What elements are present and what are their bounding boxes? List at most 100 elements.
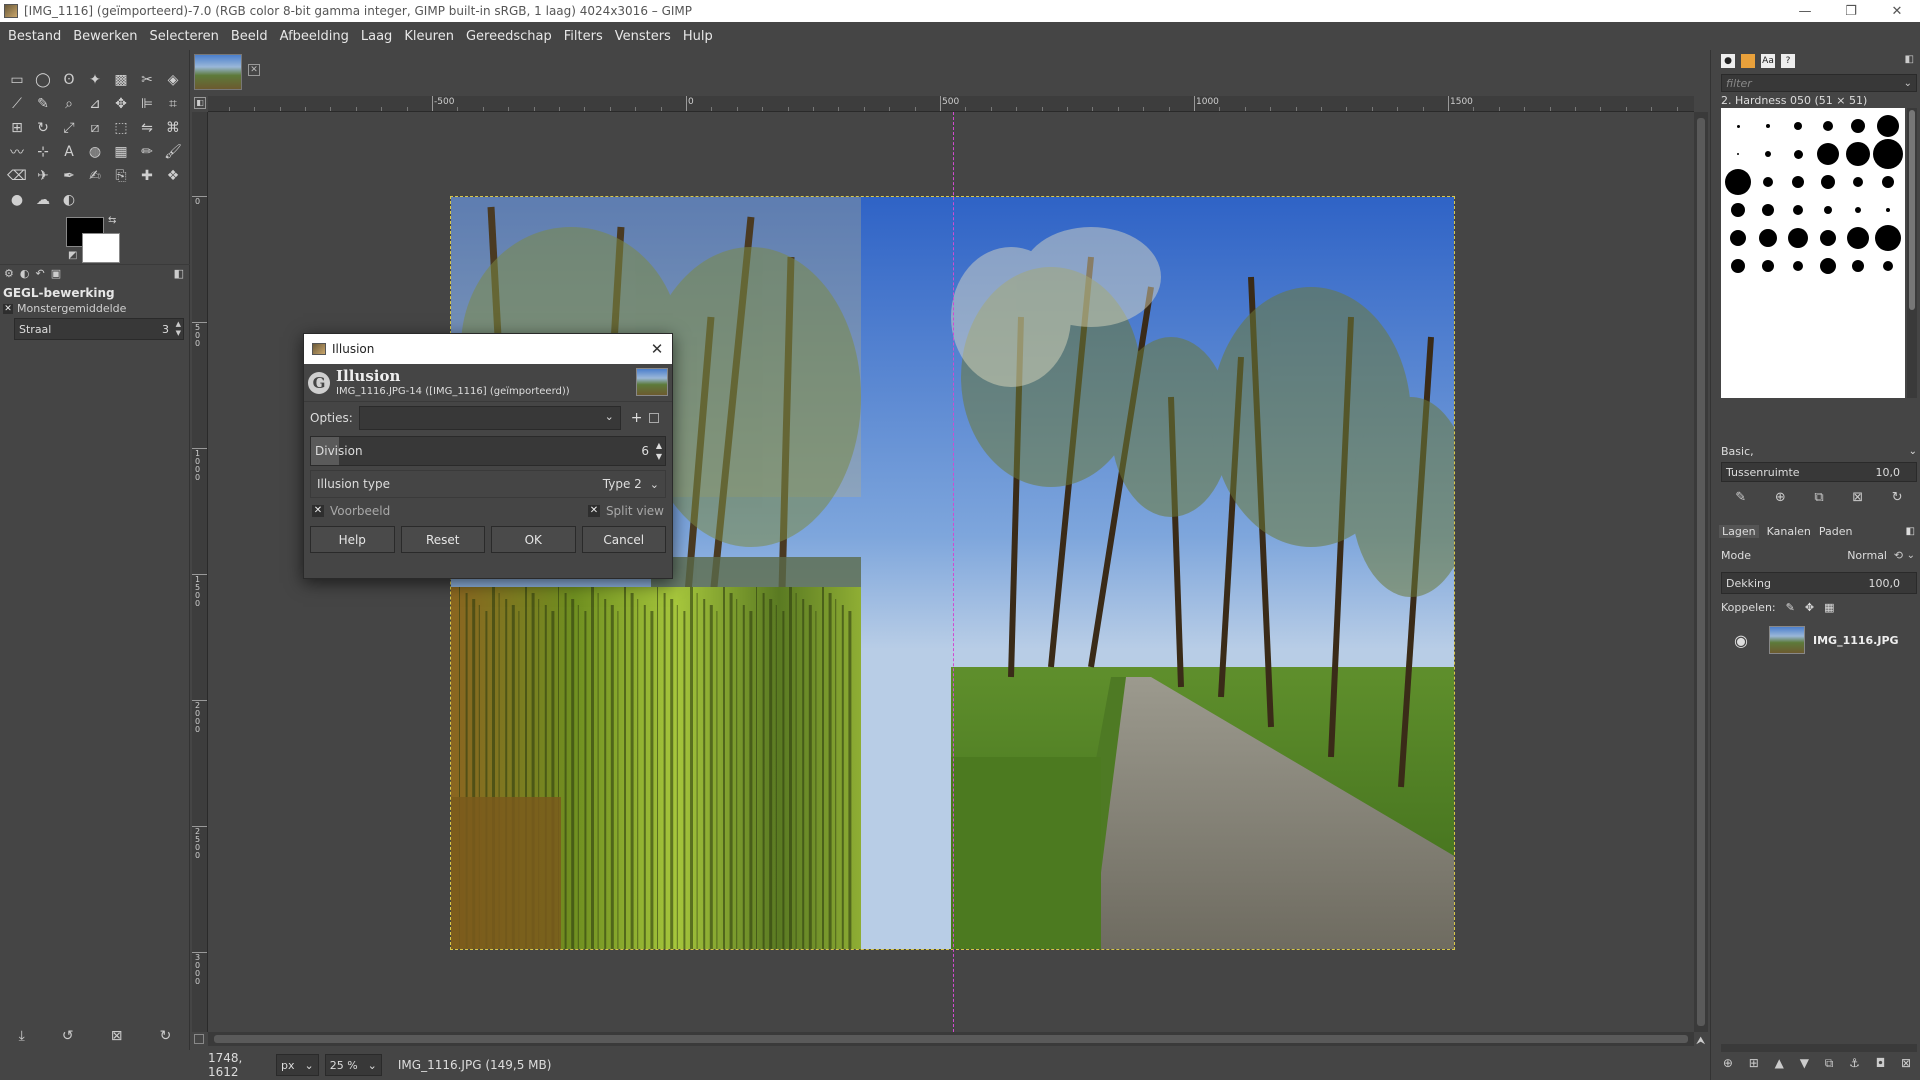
vertical-guide-line[interactable] — [953, 112, 954, 1032]
tab-lagen[interactable]: Lagen — [1719, 524, 1759, 538]
brush-item[interactable] — [1753, 224, 1783, 252]
brush-item[interactable] — [1783, 168, 1813, 196]
radius-value[interactable]: 3 — [162, 323, 169, 336]
fonts-tab-icon[interactable]: Aa — [1761, 54, 1775, 68]
bucket-fill-icon[interactable]: ◍ — [82, 140, 108, 164]
brush-item[interactable] — [1843, 168, 1873, 196]
menu-beeld[interactable]: Beeld — [225, 29, 274, 44]
warp-icon[interactable]: 〰 — [4, 140, 30, 164]
swap-colors-icon[interactable]: ⇆ — [108, 215, 116, 226]
measure-icon[interactable]: ⊿ — [82, 92, 108, 116]
unit-selector[interactable]: px ⌄ — [276, 1054, 319, 1076]
lock-position-icon[interactable]: ✥ — [1805, 601, 1814, 614]
tool-options-tab-icon[interactable]: ⚙ — [4, 267, 14, 280]
brush-item[interactable] — [1813, 168, 1843, 196]
quick-mask-corner-icon[interactable]: ◧ — [194, 97, 206, 109]
mask-layer-icon[interactable]: ◘ — [1876, 1056, 1886, 1076]
spacing-value[interactable]: 10,0 — [1876, 466, 1901, 479]
menu-vensters[interactable]: Vensters — [609, 29, 677, 44]
restore-button[interactable]: ❐ — [1828, 0, 1874, 22]
brush-item[interactable] — [1873, 252, 1903, 280]
mode-switch-icon[interactable]: ⟲ — [1894, 549, 1903, 562]
paintbrush-icon[interactable]: 🖌 — [160, 140, 186, 164]
align-icon[interactable]: ⊫ — [134, 92, 160, 116]
brush-item[interactable] — [1753, 196, 1783, 224]
vertical-ruler[interactable]: 0 500 1000 1500 2000 2500 3000 — [192, 112, 208, 1032]
refresh-brushes-icon[interactable]: ↻ — [1892, 490, 1903, 505]
horizontal-ruler[interactable]: -1000-5000500100015002000250030003500400… — [208, 96, 1694, 112]
flip-icon[interactable]: ⇋ — [134, 116, 160, 140]
brush-item[interactable] — [1783, 112, 1813, 140]
radius-spin-icon[interactable]: ▲ ▼ — [176, 320, 181, 338]
menu-gereedschap[interactable]: Gereedschap — [460, 29, 558, 44]
menu-kleuren[interactable]: Kleuren — [398, 29, 460, 44]
foreground-select-icon[interactable]: ◈ — [160, 68, 186, 92]
cage-icon[interactable]: ⌘ — [160, 116, 186, 140]
brush-item[interactable] — [1873, 139, 1903, 169]
brush-item[interactable] — [1873, 168, 1903, 196]
brush-item[interactable] — [1813, 196, 1843, 224]
tab-paden[interactable]: Paden — [1819, 525, 1853, 538]
illusion-type-combo[interactable]: Illusion type Type 2 ⌄ — [310, 470, 666, 498]
brush-item[interactable] — [1753, 112, 1783, 140]
perspective-icon[interactable]: ⬚ — [108, 116, 134, 140]
restore-options-icon[interactable]: ↺ — [62, 1028, 74, 1044]
manage-presets-icon[interactable] — [648, 413, 659, 423]
tab-kanalen[interactable]: Kanalen — [1767, 525, 1811, 538]
patterns-tab-icon[interactable] — [1741, 54, 1755, 68]
smudge-icon[interactable]: ☁ — [30, 188, 56, 212]
lock-pixels-icon[interactable]: ✎ — [1786, 601, 1795, 614]
new-layer-icon[interactable]: ⊕ — [1723, 1056, 1733, 1076]
layer-opacity-field[interactable]: Dekking 100,0 — [1721, 572, 1917, 594]
preview-label[interactable]: Voorbeeld — [330, 504, 390, 518]
split-view-label[interactable]: Split view — [606, 504, 664, 518]
heal-icon[interactable]: ✚ — [134, 164, 160, 188]
blur-icon[interactable]: ● — [4, 188, 30, 212]
brush-item[interactable] — [1843, 252, 1873, 280]
scale-icon[interactable]: ⤢ — [56, 116, 82, 140]
menu-bestand[interactable]: Bestand — [2, 29, 67, 44]
brush-item[interactable] — [1723, 112, 1753, 140]
brush-item[interactable] — [1873, 196, 1903, 224]
menu-laag[interactable]: Laag — [355, 29, 398, 44]
edit-brush-icon[interactable]: ✎ — [1735, 490, 1746, 505]
delete-options-icon[interactable]: ⊠ — [111, 1028, 123, 1044]
perspective-clone-icon[interactable]: ❖ — [160, 164, 186, 188]
save-options-icon[interactable]: ⤓ — [19, 1028, 25, 1044]
ok-button[interactable]: OK — [491, 526, 576, 553]
clone-icon[interactable]: ⎘ — [108, 164, 134, 188]
brush-item[interactable] — [1783, 224, 1813, 252]
reset-options-icon[interactable]: ↻ — [160, 1028, 172, 1044]
duplicate-layer-icon[interactable]: ⧉ — [1825, 1056, 1834, 1076]
layers-config-icon[interactable]: ◧ — [1906, 526, 1915, 537]
brush-item[interactable] — [1753, 252, 1783, 280]
minimize-button[interactable]: — — [1782, 0, 1828, 22]
mode-selector[interactable]: Normal — [1847, 549, 1887, 562]
menu-hulp[interactable]: Hulp — [677, 29, 719, 44]
raise-layer-icon[interactable]: ▲ — [1775, 1056, 1784, 1076]
layer-name[interactable]: IMG_1116.JPG — [1813, 634, 1899, 647]
airbrush-icon[interactable]: ✈ — [30, 164, 56, 188]
background-color-swatch[interactable] — [82, 233, 120, 263]
brush-item[interactable] — [1753, 140, 1783, 168]
unified-transform-icon[interactable]: ⊞ — [4, 116, 30, 140]
division-value[interactable]: 6 — [641, 444, 649, 458]
brush-item[interactable] — [1813, 112, 1843, 140]
zoom-icon[interactable]: ⌕ — [56, 92, 82, 116]
brush-item[interactable] — [1843, 112, 1873, 140]
scissors-icon[interactable]: ✂ — [134, 68, 160, 92]
eye-icon[interactable]: ◉ — [1721, 631, 1761, 650]
dialog-title-bar[interactable]: Illusion ✕ — [304, 334, 672, 364]
image-tab-thumbnail[interactable] — [194, 54, 242, 90]
cancel-button[interactable]: Cancel — [581, 526, 666, 553]
brush-item[interactable] — [1843, 196, 1873, 224]
menu-bewerken[interactable]: Bewerken — [67, 29, 143, 44]
layer-item[interactable]: ◉ IMG_1116.JPG — [1721, 622, 1917, 658]
brush-item[interactable] — [1723, 140, 1753, 168]
dodge-icon[interactable]: ◐ — [56, 188, 82, 212]
duplicate-brush-icon[interactable]: ⧉ — [1814, 490, 1823, 505]
brush-grid[interactable] — [1721, 108, 1905, 398]
brush-item[interactable] — [1813, 140, 1843, 168]
default-colors-icon[interactable]: ◩ — [68, 250, 77, 261]
shear-icon[interactable]: ⧄ — [82, 116, 108, 140]
